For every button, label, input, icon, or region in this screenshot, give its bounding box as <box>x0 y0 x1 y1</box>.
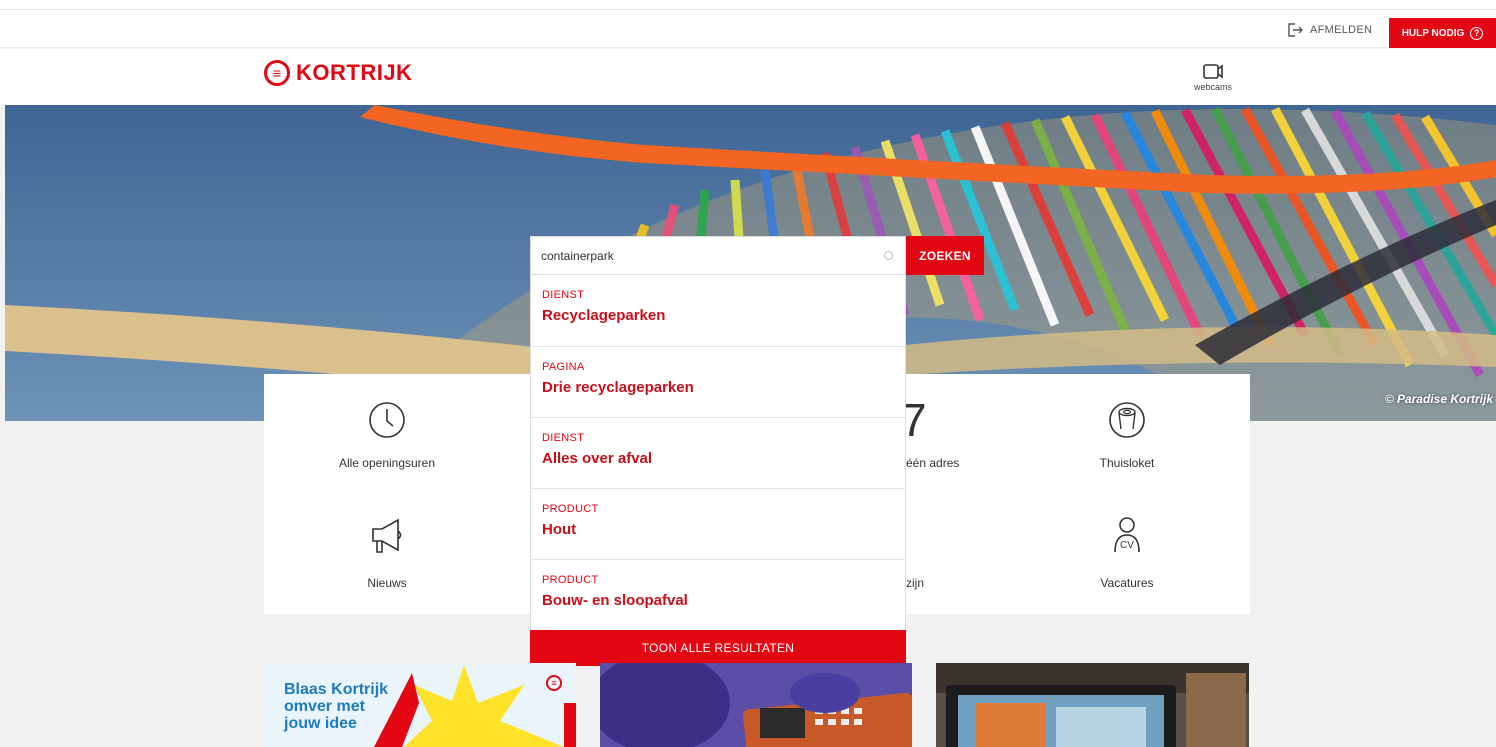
show-all-results-button[interactable]: TOON ALLE RESULTATEN <box>530 630 906 666</box>
clear-search-icon[interactable] <box>884 251 893 260</box>
logout-label: AFMELDEN <box>1310 24 1373 36</box>
suggestion-title: Drie recyclageparken <box>542 379 694 396</box>
suggestion-item[interactable]: PAGINA Drie recyclageparken <box>531 346 905 417</box>
card-headline-line: omver met <box>284 698 365 715</box>
suggestion-title: Hout <box>542 521 577 538</box>
tile-opening-hours[interactable]: Alle openingsuren <box>264 374 510 494</box>
search-input[interactable] <box>541 237 881 274</box>
help-button[interactable]: HULP NODIG ? <box>1389 18 1496 48</box>
question-icon: ? <box>1470 26 1484 40</box>
suggestion-type: PRODUCT <box>542 503 599 515</box>
tile-label: Nieuws <box>367 576 407 590</box>
thuisloket-icon <box>1109 402 1145 438</box>
kortrijk-small-emblem-icon: ≡ <box>546 675 562 691</box>
kortrijk-logo[interactable]: ≡ KORTRIJK <box>264 60 412 86</box>
tile-label: Alle openingsuren <box>338 456 436 470</box>
card-headline: Blaas Kortrijk omver met jouw idee <box>284 681 388 732</box>
device-photo-image <box>600 663 912 747</box>
page: AFMELDEN HULP NODIG ? ≡ KORTRIJK webcams <box>0 0 1496 747</box>
suggestion-item[interactable]: DIENST Recyclageparken <box>531 275 905 346</box>
logo-text: KORTRIJK <box>296 60 413 85</box>
tile-nieuws[interactable]: Nieuws <box>264 494 510 614</box>
megaphone-icon <box>372 518 402 553</box>
webcams-label: webcams <box>1193 82 1232 92</box>
suggestion-type: PAGINA <box>542 361 585 373</box>
tile-label: Vacatures <box>1100 576 1154 590</box>
card-photo-screen[interactable] <box>936 663 1249 747</box>
webcam-icon <box>1203 64 1223 79</box>
photo-credit: © Paradise Kortrijk <box>1384 392 1493 406</box>
webcams-link[interactable]: webcams <box>1188 62 1238 92</box>
suggestion-title: Alles over afval <box>542 450 653 467</box>
site-header: ≡ KORTRIJK webcams <box>0 49 1496 105</box>
clock-icon <box>369 402 405 438</box>
tile-label: Thuisloket <box>1099 456 1155 470</box>
svg-text:CV: CV <box>1120 540 1134 551</box>
suggestion-type: DIENST <box>542 289 585 301</box>
cv-person-icon: CV <box>1114 517 1140 553</box>
logout-link[interactable]: AFMELDEN <box>1288 22 1372 38</box>
card-headline-line: jouw idee <box>284 715 357 732</box>
search-button[interactable]: ZOEKEN <box>906 236 984 275</box>
search-field-wrapper <box>530 236 906 275</box>
logout-icon <box>1288 23 1303 37</box>
suggestion-title: Bouw- en sloopafval <box>542 592 688 609</box>
search-suggestions: DIENST Recyclageparken PAGINA Drie recyc… <box>530 275 906 630</box>
card-headline-line: Blaas Kortrijk <box>284 681 389 698</box>
help-label: HULP NODIG <box>1401 27 1465 39</box>
card-blaas-kortrijk[interactable]: Blaas Kortrijk omver met jouw idee ≡ <box>264 663 576 747</box>
card-photo-device[interactable] <box>600 663 912 747</box>
tile-thuisloket[interactable]: Thuisloket <box>1004 374 1250 494</box>
suggestion-item[interactable]: DIENST Alles over afval <box>531 417 905 488</box>
suggestion-title: Recyclageparken <box>542 307 666 324</box>
suggestion-type: DIENST <box>542 432 585 444</box>
kortrijk-emblem-icon: ≡ <box>264 60 290 86</box>
screen-photo-image <box>936 663 1249 747</box>
top-strip <box>0 0 1496 10</box>
suggestion-item[interactable]: PRODUCT Hout <box>531 488 905 559</box>
suggestion-item[interactable]: PRODUCT Bouw- en sloopafval <box>531 559 905 630</box>
suggestion-type: PRODUCT <box>542 574 599 586</box>
utility-bar: AFMELDEN HULP NODIG ? <box>0 10 1496 48</box>
tile-vacatures[interactable]: CV Vacatures <box>1004 494 1250 614</box>
